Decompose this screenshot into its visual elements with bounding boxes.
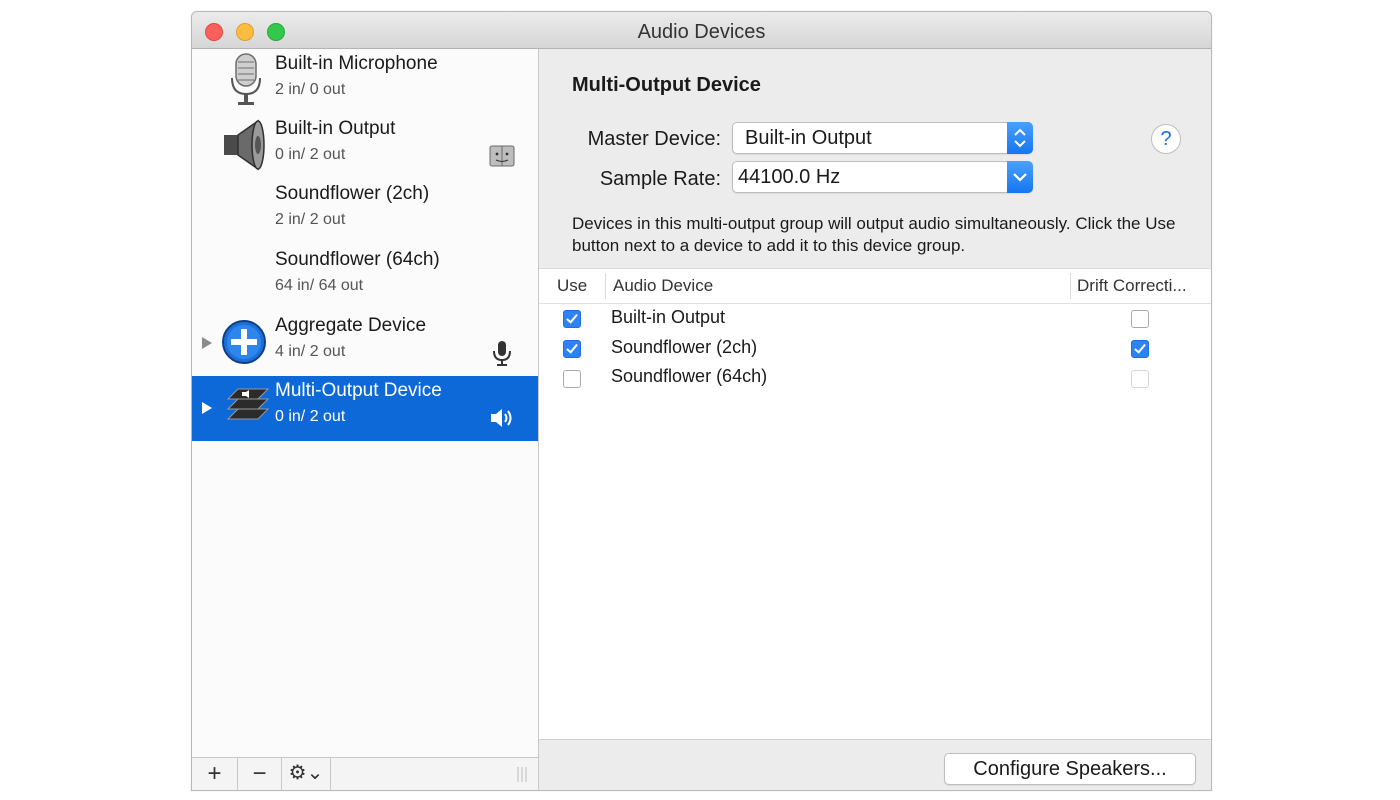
description-text: Devices in this multi-output group will … [572, 214, 1176, 255]
column-header-audio-device[interactable]: Audio Device [613, 276, 713, 296]
audio-devices-window: Audio Devices Built-in Microphone 2 in/ … [191, 11, 1212, 791]
device-detail-pane: Multi-Output Device Master Device: Built… [539, 49, 1211, 790]
speaker-icon [224, 119, 265, 171]
column-header-use[interactable]: Use [557, 276, 587, 296]
section-title: Multi-Output Device [572, 74, 761, 96]
device-name: Aggregate Device [275, 315, 427, 336]
disclosure-triangle-icon[interactable] [202, 402, 212, 414]
device-item-soundflower-2ch[interactable]: Soundflower (2ch) 2 in/ 2 out [192, 179, 538, 244]
device-item-built-in-output[interactable]: Built-in Output 0 in/ 2 out [192, 114, 538, 179]
device-name: Built-in Microphone [275, 53, 438, 74]
device-name: Multi-Output Device [275, 380, 442, 401]
add-device-button[interactable]: + [192, 758, 238, 790]
device-io: 0 in/ 2 out [275, 408, 346, 425]
table-row: Built-in Output [539, 304, 1211, 334]
gear-menu-button[interactable]: ⚙⌄ [282, 758, 331, 790]
device-sidebar: Built-in Microphone 2 in/ 0 out Built-in… [192, 49, 539, 757]
configure-speakers-button[interactable]: Configure Speakers... [944, 753, 1196, 785]
audio-device-name: Soundflower (2ch) [611, 337, 758, 357]
microphone-icon [231, 53, 261, 105]
remove-device-button[interactable]: − [238, 758, 282, 790]
device-io: 64 in/ 64 out [275, 277, 364, 294]
disclosure-triangle-icon[interactable] [202, 337, 212, 349]
table-row: Soundflower (2ch) [539, 334, 1211, 364]
device-table: Use Audio Device Drift Correcti... Built… [539, 268, 1211, 740]
device-name: Soundflower (2ch) [275, 183, 430, 204]
help-button[interactable]: ? [1151, 124, 1181, 154]
audio-device-name: Soundflower (64ch) [611, 366, 768, 386]
table-header: Use Audio Device Drift Correcti... [539, 269, 1211, 304]
window-title: Audio Devices [637, 21, 766, 43]
device-io: 2 in/ 0 out [275, 81, 346, 98]
device-name: Soundflower (64ch) [275, 249, 440, 270]
drift-correction-checkbox [1131, 370, 1149, 388]
use-checkbox[interactable] [563, 370, 581, 388]
drift-correction-checkbox[interactable] [1131, 340, 1149, 358]
aggregate-plus-icon [222, 320, 266, 364]
device-io: 4 in/ 2 out [275, 343, 346, 360]
drift-correction-checkbox[interactable] [1131, 310, 1149, 328]
master-device-label: Master Device: [587, 128, 721, 150]
sidebar-toolbar: + − ⚙⌄ [192, 757, 539, 790]
detail-footer: Configure Speakers... [539, 739, 1211, 790]
chevron-down-icon [1007, 161, 1033, 193]
finder-icon [489, 145, 515, 167]
sample-rate-popup[interactable]: 44100.0 Hz [732, 161, 1033, 193]
use-checkbox[interactable] [563, 340, 581, 358]
column-separator [605, 273, 606, 299]
column-header-drift-correction[interactable]: Drift Correcti... [1077, 276, 1187, 296]
master-device-popup[interactable]: Built-in Output [732, 122, 1033, 154]
device-item-aggregate-device[interactable]: Aggregate Device 4 in/ 2 out [192, 311, 538, 376]
sample-rate-label: Sample Rate: [599, 168, 721, 190]
sample-rate-value: 44100.0 Hz [738, 166, 841, 188]
column-separator [1070, 273, 1071, 299]
audio-device-name: Built-in Output [611, 307, 726, 327]
resize-grip-icon[interactable] [516, 767, 528, 782]
speaker-volume-icon [491, 409, 512, 427]
device-io: 0 in/ 2 out [275, 146, 346, 163]
use-checkbox[interactable] [563, 310, 581, 328]
device-name: Built-in Output [275, 118, 396, 139]
table-row: Soundflower (64ch) [539, 363, 1211, 393]
master-device-value: Built-in Output [745, 127, 872, 149]
device-item-multi-output-device[interactable]: Multi-Output Device 0 in/ 2 out [192, 376, 538, 441]
multi-output-stack-icon [226, 388, 270, 420]
device-item-soundflower-64ch[interactable]: Soundflower (64ch) 64 in/ 64 out [192, 245, 538, 310]
title-bar[interactable]: Audio Devices [192, 12, 1211, 49]
device-io: 2 in/ 2 out [275, 211, 346, 228]
microphone-badge-icon [493, 341, 511, 366]
device-item-built-in-microphone[interactable]: Built-in Microphone 2 in/ 0 out [192, 49, 538, 114]
updown-chevron-icon [1007, 122, 1033, 154]
